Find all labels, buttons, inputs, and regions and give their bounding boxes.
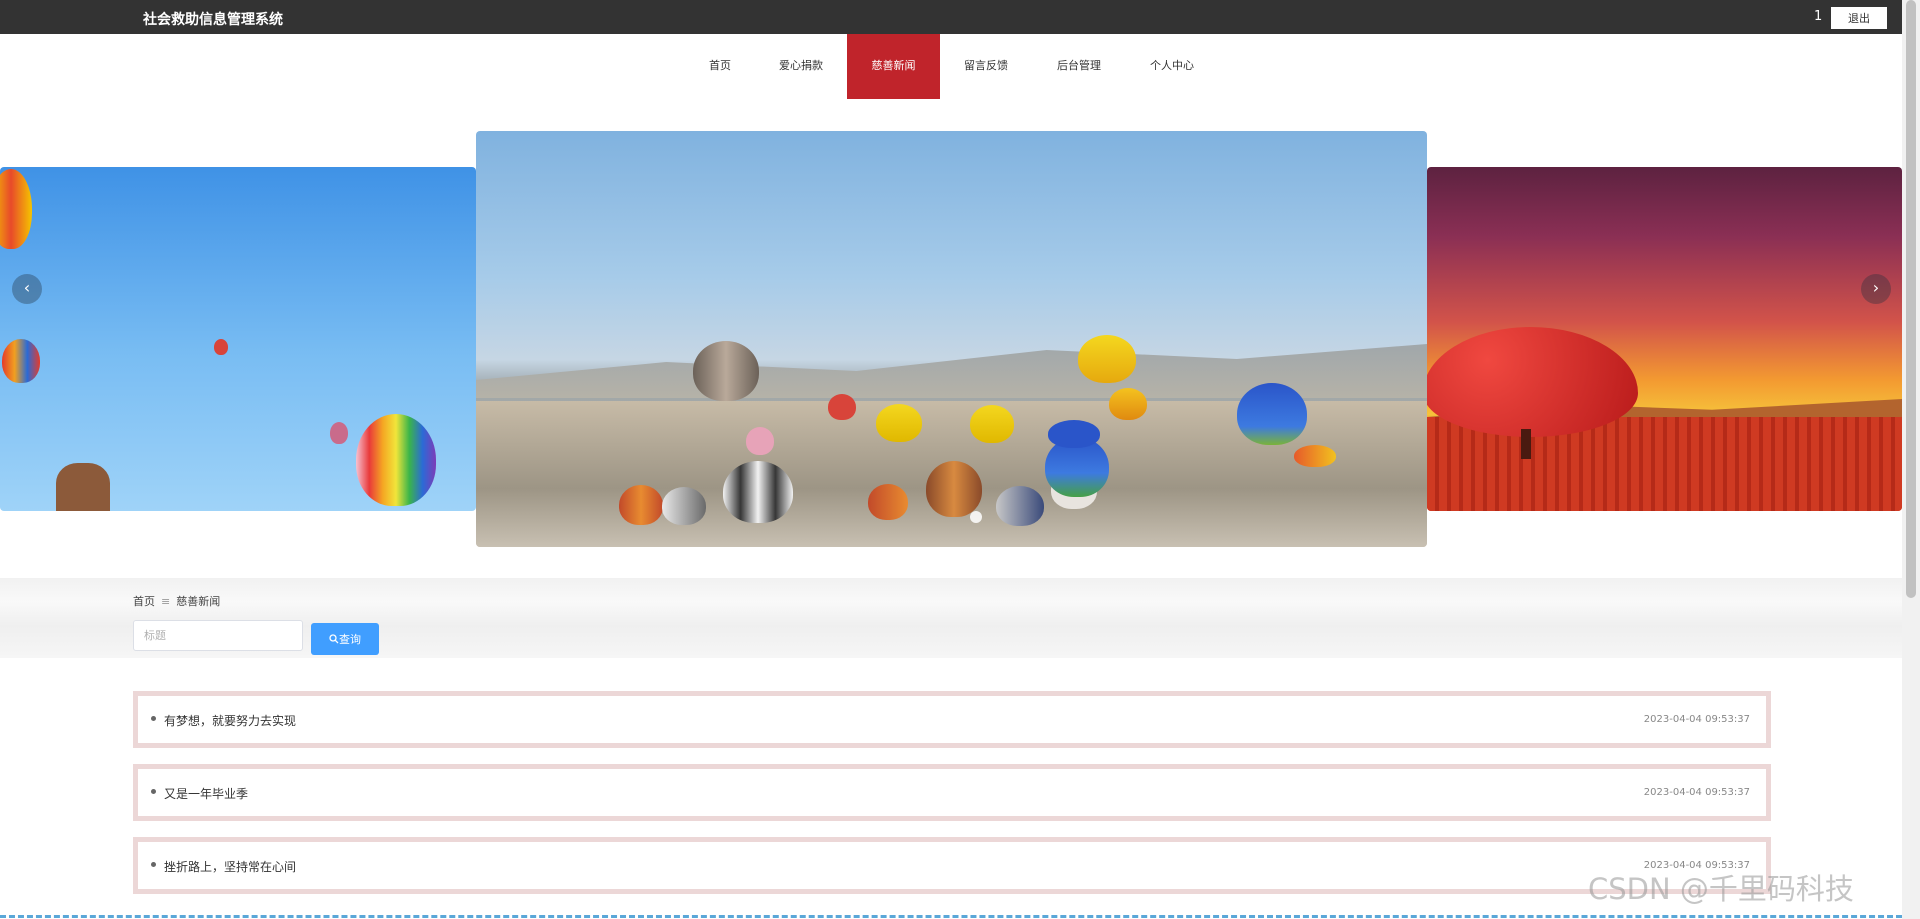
balloon-image: [996, 486, 1044, 526]
page-scrollbar[interactable]: [1902, 0, 1920, 919]
carousel-prev-button[interactable]: ‹: [12, 274, 42, 304]
balloon-image: [619, 485, 663, 525]
news-title[interactable]: 挫折路上，坚持常在心间: [164, 858, 296, 875]
balloon-image: [926, 461, 982, 517]
breadcrumb: 首页 ≡ 慈善新闻: [133, 593, 220, 609]
carousel-slide-active[interactable]: [476, 131, 1427, 547]
balloon-image: [868, 484, 908, 520]
news-list-item[interactable]: 有梦想，就要努力去实现 2023-04-04 09:53:37: [133, 691, 1771, 748]
balloon-image: [828, 394, 856, 420]
search-button[interactable]: 查询: [311, 623, 379, 655]
balloon-image: [1078, 335, 1136, 383]
chevron-left-icon: ‹: [23, 278, 31, 297]
balloon-image: [1294, 445, 1336, 467]
balloon-image: [1109, 388, 1147, 420]
search-icon: [329, 634, 339, 644]
balloon-image: [2, 339, 40, 383]
scrollbar-thumb[interactable]: [1906, 0, 1916, 598]
balloon-image: [1237, 383, 1307, 445]
balloon-image: [662, 487, 706, 525]
tree-trunk-image: [1521, 429, 1531, 459]
nav-item-donation[interactable]: 爱心捐款: [771, 34, 831, 99]
carousel-next-button[interactable]: ›: [1861, 274, 1891, 304]
search-button-label: 查询: [339, 633, 361, 646]
user-name: 1: [1814, 9, 1823, 24]
news-time: 2023-04-04 09:53:37: [1643, 714, 1750, 725]
nav-item-profile[interactable]: 个人中心: [1142, 34, 1202, 99]
carousel-indicator[interactable]: [970, 511, 982, 523]
balloon-image: [214, 339, 228, 355]
nav-item-home[interactable]: 首页: [695, 34, 745, 99]
balloon-image: [356, 414, 436, 506]
breadcrumb-home[interactable]: 首页: [133, 595, 155, 608]
balloon-image: [876, 404, 922, 442]
bullet-icon: [151, 789, 156, 794]
balloon-image: [330, 422, 348, 444]
top-bar: 社会救助信息管理系统 1 退出: [0, 0, 1902, 34]
footer-divider: [0, 915, 1902, 918]
balloon-image: [723, 461, 793, 523]
banner-carousel: ‹ ›: [0, 100, 1902, 580]
news-title[interactable]: 又是一年毕业季: [164, 785, 248, 802]
bullet-icon: [151, 862, 156, 867]
news-list-item[interactable]: 又是一年毕业季 2023-04-04 09:53:37: [133, 764, 1771, 821]
csdn-watermark: CSDN @千里码科技: [1588, 872, 1854, 906]
news-time: 2023-04-04 09:53:37: [1643, 787, 1750, 798]
nav-item-feedback[interactable]: 留言反馈: [956, 34, 1016, 99]
heart-tree-image: [1427, 327, 1638, 437]
balloon-image: [693, 341, 759, 401]
logout-button[interactable]: 退出: [1831, 7, 1887, 29]
balloon-image: [970, 405, 1014, 443]
news-list: 有梦想，就要努力去实现 2023-04-04 09:53:37 又是一年毕业季 …: [133, 691, 1771, 910]
chevron-right-icon: ›: [1872, 278, 1880, 297]
news-title[interactable]: 有梦想，就要努力去实现: [164, 712, 296, 729]
nav-item-charity-news[interactable]: 慈善新闻: [847, 34, 940, 99]
carousel-slide-next[interactable]: [1427, 167, 1902, 511]
bullet-icon: [151, 716, 156, 721]
breadcrumb-separator-icon: ≡: [161, 595, 171, 608]
title-search-input[interactable]: [133, 620, 303, 651]
balloon-image: [1048, 420, 1100, 448]
nav-item-admin[interactable]: 后台管理: [1049, 34, 1109, 99]
balloon-image: [0, 169, 32, 249]
breadcrumb-current: 慈善新闻: [176, 595, 221, 608]
carousel-slide-prev[interactable]: [0, 167, 476, 511]
system-title: 社会救助信息管理系统: [143, 12, 283, 28]
balloon-image: [746, 427, 774, 455]
news-list-item[interactable]: 挫折路上，坚持常在心间 2023-04-04 09:53:37: [133, 837, 1771, 894]
main-nav: 首页 爱心捐款 慈善新闻 留言反馈 后台管理 个人中心: [0, 34, 1902, 99]
rock-image: [56, 463, 110, 511]
